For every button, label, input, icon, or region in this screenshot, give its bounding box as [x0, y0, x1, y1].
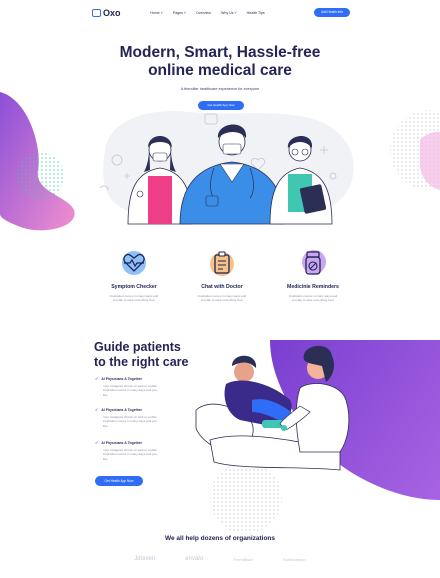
- nurse-figure: [279, 345, 350, 453]
- nurse-patient-illustration: [195, 345, 350, 471]
- organizations-title: We all help dozens of organizations: [164, 535, 276, 542]
- org-logo-jdonlen: Jdonlen: [134, 556, 156, 562]
- org-logo-scalecanyon: Scalecanyon: [282, 557, 306, 562]
- organization-logos: Jdonlen envato PremiBase Scalecanyon: [0, 556, 440, 562]
- org-logo-premibase: PremiBase: [233, 557, 253, 562]
- org-logo-envato: envato: [185, 556, 204, 562]
